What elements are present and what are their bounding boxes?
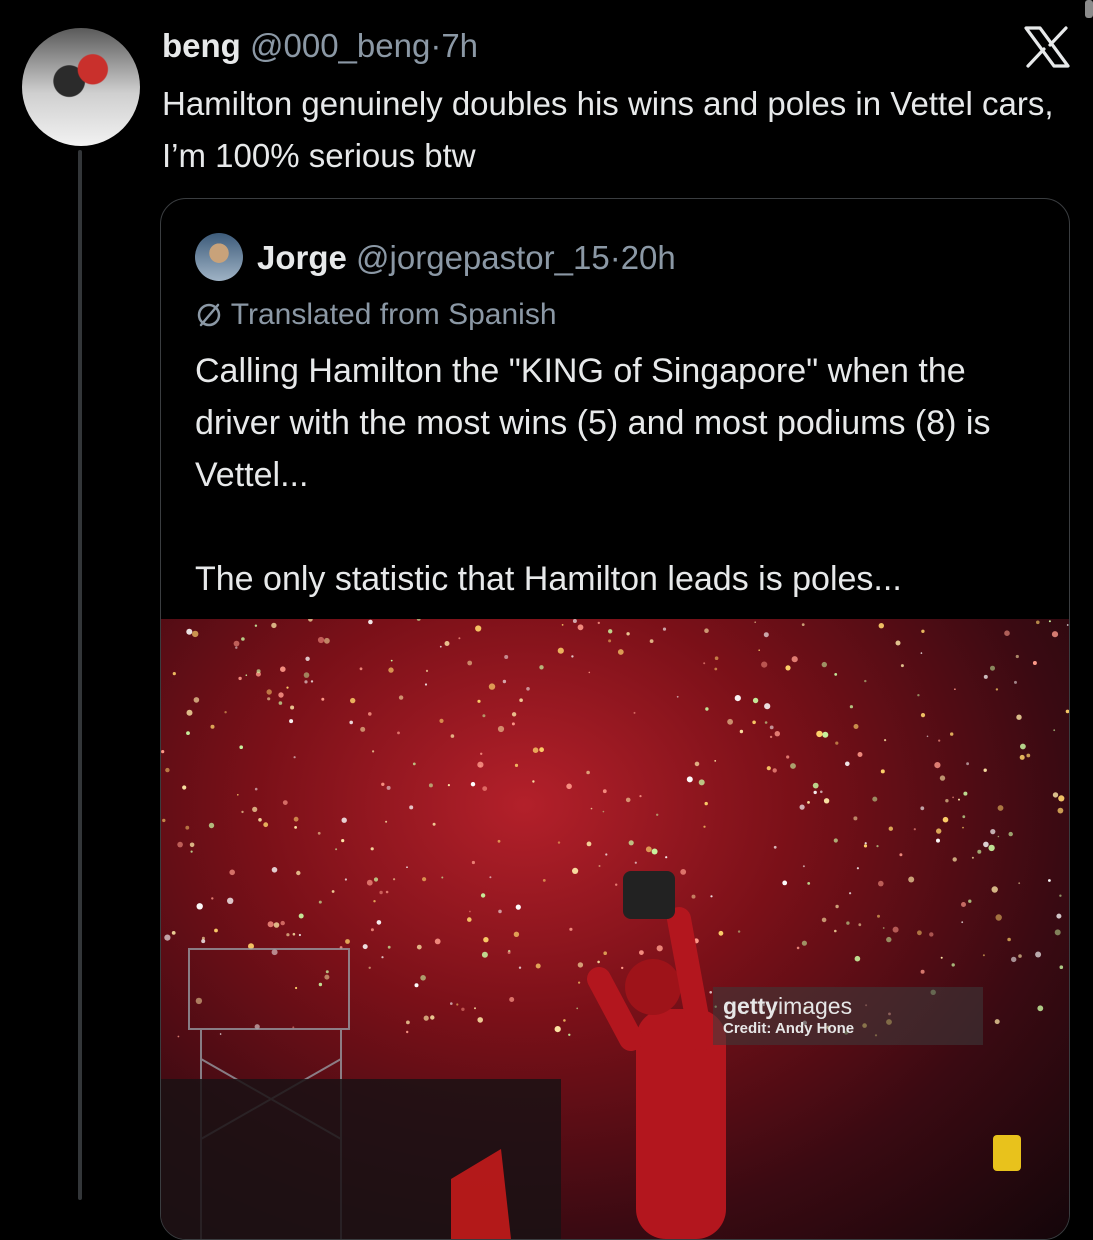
tweet-text: Hamilton genuinely doubles his wins and …	[162, 85, 1054, 174]
translation-notice: Translated from Spanish	[195, 295, 557, 335]
driver-figure	[587, 871, 726, 1239]
quoted-tweet-card[interactable]: Jorge @jorgepastor_15·20h Translated fro…	[160, 198, 1070, 1240]
translate-icon	[197, 303, 221, 327]
photo-credit: Credit: Andy Hone	[723, 1020, 855, 1037]
separator-dot: ·	[430, 27, 442, 64]
author-handle[interactable]: @000_beng	[250, 27, 430, 64]
author-name[interactable]: beng	[162, 27, 241, 64]
getty-watermark: gettyimages Credit: Andy Hone	[713, 987, 983, 1045]
tweet-time[interactable]: 7h	[441, 27, 478, 64]
separator-dot: ·	[609, 239, 621, 276]
quoted-paragraph-1: Calling Hamilton the "KING of Singapore"…	[195, 352, 991, 494]
quoted-author-handle: @jorgepastor_15	[356, 239, 610, 276]
fireworks-scene	[161, 619, 1069, 1239]
thread-connector-line	[78, 150, 82, 1200]
quoted-paragraph-2: The only statistic that Hamilton leads i…	[195, 560, 902, 598]
ferrari-badge-icon	[993, 1135, 1021, 1171]
scrollbar[interactable]	[1085, 0, 1093, 18]
tweet-header: beng @000_beng·7h	[162, 26, 478, 66]
getty-logo-bold: getty	[723, 993, 778, 1019]
quoted-tweet-header: Jorge @jorgepastor_15·20h	[257, 237, 676, 279]
quoted-tweet-text: Calling Hamilton the "KING of Singapore"…	[195, 345, 1045, 605]
translation-label: Translated from Spanish	[230, 298, 557, 331]
attached-photo[interactable]: gettyimages Credit: Andy Hone	[161, 619, 1069, 1239]
author-avatar[interactable]	[22, 28, 140, 146]
getty-logo-light: images	[777, 993, 853, 1019]
quoted-tweet-time: 20h	[620, 239, 676, 276]
x-logo-icon	[1024, 26, 1070, 68]
quoted-author-avatar	[195, 233, 243, 281]
quoted-author-name: Jorge	[257, 239, 347, 276]
